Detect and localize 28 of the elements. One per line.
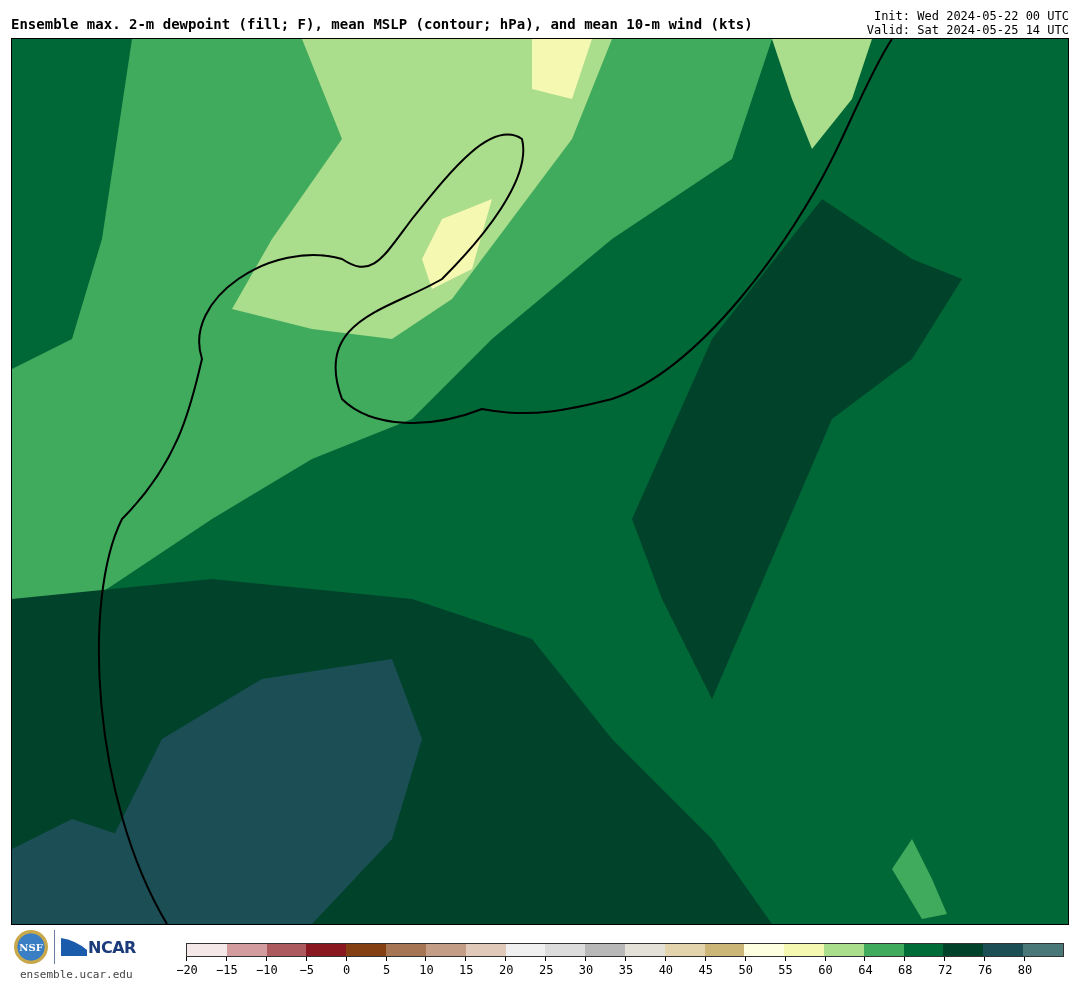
chart-title: Ensemble max. 2-m dewpoint (fill; F), mean MSLP (contour; hPa), and mean 10-m wind (kts) <box>11 16 753 34</box>
colorbar-tick-label: 60 <box>818 963 833 977</box>
colorbar-tick-label: 68 <box>898 963 913 977</box>
colorbar-tick-label: 55 <box>778 963 793 977</box>
colorbar-tick-label: 30 <box>578 963 594 977</box>
colorbar-tick-label: −10 <box>255 963 278 977</box>
colorbar-tick-label: −20 <box>176 963 198 977</box>
valid-time: Valid: Sat 2024-05-25 14 UTC <box>866 23 1069 37</box>
colorbar-tick-label: 45 <box>698 963 713 977</box>
colorbar-tick-label: 76 <box>977 963 993 977</box>
colorbar-tick-label: 10 <box>419 963 434 977</box>
colorbar-tick-label: 0 <box>343 963 351 977</box>
colorbar-tick-label: 15 <box>459 963 474 977</box>
site-url: ensemble.ucar.edu <box>19 968 133 981</box>
colorbar-tick-label: 40 <box>658 963 674 977</box>
colorbar-tick-label: 72 <box>938 963 953 977</box>
colorbar-tick-label: 5 <box>382 963 391 977</box>
ncar-logo: NCAR <box>61 937 136 957</box>
nsf-logo: NSF <box>14 930 48 964</box>
colorbar-tick-label: 64 <box>858 963 873 977</box>
colorbar-tick-label: 25 <box>538 963 554 977</box>
colorbar-tick-label: 50 <box>738 963 753 977</box>
init-time: Init: Wed 2024-05-22 00 UTC <box>873 9 1069 23</box>
colorbar-tick-label: 80 <box>1017 963 1033 977</box>
colorbar-tick-label: 35 <box>618 963 634 977</box>
colorbar-tick-label: 20 <box>499 963 514 977</box>
colorbar-tick-label: −5 <box>299 963 314 977</box>
colorbar-tick-label: −15 <box>216 963 238 977</box>
